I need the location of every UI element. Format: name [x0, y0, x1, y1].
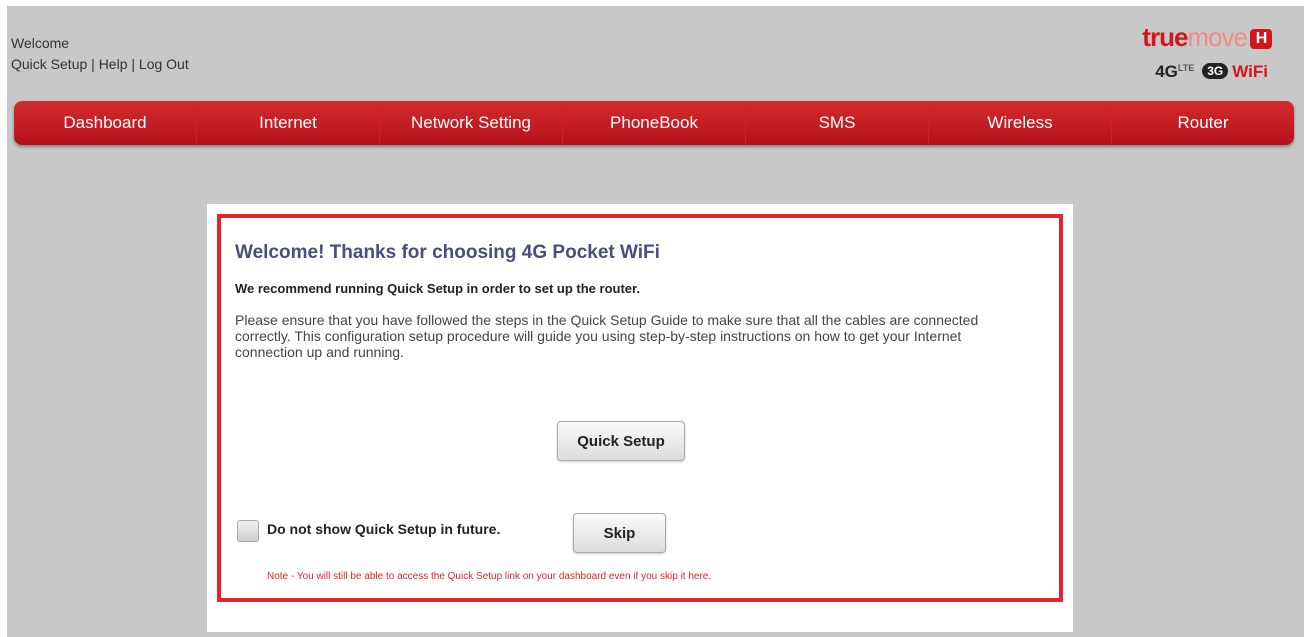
do-not-show-checkbox[interactable] — [237, 520, 259, 542]
nav-router[interactable]: Router — [1112, 101, 1294, 145]
welcome-text: Welcome — [11, 35, 70, 51]
nav-wireless[interactable]: Wireless — [929, 101, 1112, 145]
quick-setup-panel: Welcome! Thanks for choosing 4G Pocket W… — [207, 204, 1073, 632]
brand-move: move — [1187, 22, 1248, 52]
nav-internet[interactable]: Internet — [197, 101, 380, 145]
skip-note: Note - You will still be able to access … — [267, 571, 712, 582]
nav-dashboard[interactable]: Dashboard — [14, 101, 197, 145]
do-not-show-label[interactable]: Do not show Quick Setup in future. — [267, 521, 500, 537]
badge-wifi-icon: WiFi — [1232, 62, 1268, 81]
quick-setup-button[interactable]: Quick Setup — [557, 421, 685, 461]
recommendation-text: We recommend running Quick Setup in orde… — [235, 281, 640, 296]
help-link[interactable]: Help — [99, 56, 128, 72]
page-left-border — [0, 0, 7, 637]
page-top-border — [0, 0, 1304, 6]
link-separator: | — [127, 56, 139, 72]
nav-network-setting[interactable]: Network Setting — [380, 101, 563, 145]
brand-true: true — [1142, 22, 1188, 52]
logout-link[interactable]: Log Out — [139, 56, 189, 72]
nav-sms[interactable]: SMS — [746, 101, 929, 145]
brand-wordmark: truemove H — [1142, 22, 1272, 53]
badge-4g: 4G — [1155, 62, 1178, 81]
main-navigation: Dashboard Internet Network Setting Phone… — [14, 101, 1294, 145]
quick-setup-frame: Welcome! Thanks for choosing 4G Pocket W… — [217, 214, 1063, 602]
page-title: Welcome! Thanks for choosing 4G Pocket W… — [235, 242, 660, 263]
nav-phonebook[interactable]: PhoneBook — [563, 101, 746, 145]
skip-button[interactable]: Skip — [573, 513, 666, 553]
network-tech-badges: 4GLTE 3G WiFi — [1155, 62, 1268, 82]
link-separator: | — [87, 56, 99, 72]
header-user-area: Welcome Quick Setup | Help | Log Out — [11, 33, 189, 75]
instructions-text: Please ensure that you have followed the… — [235, 312, 979, 360]
truemove-logo: truemove H 4GLTE 3G WiFi — [1080, 22, 1280, 102]
badge-3g-icon: 3G — [1202, 63, 1229, 79]
header-links: Quick Setup | Help | Log Out — [11, 54, 189, 75]
quick-setup-link[interactable]: Quick Setup — [11, 56, 87, 72]
badge-lte: LTE — [1177, 63, 1195, 73]
brand-h-icon: H — [1250, 29, 1272, 49]
